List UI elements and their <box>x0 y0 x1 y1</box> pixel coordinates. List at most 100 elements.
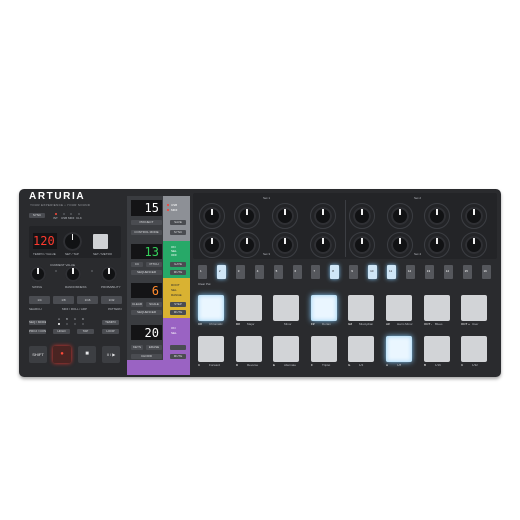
pad-function-label: Major <box>247 322 255 326</box>
step-number: 4 <box>256 269 259 273</box>
pad-bottom-7[interactable] <box>424 336 450 362</box>
encoder-knob-10[interactable] <box>238 236 256 254</box>
step-button[interactable]: STEP <box>170 302 186 307</box>
erase-button[interactable]: ERASE <box>146 345 162 350</box>
shift-button[interactable]: SHIFT <box>29 346 47 363</box>
pad-bottom-2[interactable] <box>236 336 262 362</box>
mode-button-thirtysecond[interactable]: 1/32 <box>101 296 122 304</box>
pad-top-2[interactable] <box>236 295 262 321</box>
save-button[interactable]: SAVE <box>170 220 186 225</box>
encoder-knob-12[interactable] <box>314 236 332 254</box>
seq2-mute-button[interactable]: MUTE <box>170 310 186 315</box>
step-button-14[interactable]: 14 <box>443 265 453 279</box>
sync-led-int <box>55 213 57 215</box>
encoder-knob-14[interactable] <box>391 236 409 254</box>
pad-bottom-3[interactable] <box>273 336 299 362</box>
mode-button-eighth[interactable]: 1/8 <box>53 296 74 304</box>
step-button-6[interactable]: 6 <box>292 265 302 279</box>
pad-note-label: D# <box>236 322 240 326</box>
clear-button[interactable]: CLEAR <box>131 302 143 307</box>
seq2-sequencer-button[interactable]: SEQUENCER <box>131 310 162 315</box>
encoder-knob-1[interactable] <box>203 207 221 225</box>
step-number: 10 <box>370 269 374 273</box>
encoder-knob-16[interactable] <box>465 236 483 254</box>
step-button-11[interactable]: 11 <box>387 265 396 279</box>
pad-bottom-8[interactable] <box>461 336 487 362</box>
encoder-knob-4[interactable] <box>314 207 332 225</box>
mode-button-sixteenth[interactable]: 1/16 <box>77 296 98 304</box>
stop-button[interactable]: ■ <box>78 346 96 363</box>
swing-knob[interactable] <box>30 266 46 282</box>
encoder-knob-7[interactable] <box>428 207 446 225</box>
step-button-4[interactable]: 4 <box>254 265 264 279</box>
pad-function-label: Triplet <box>322 363 331 367</box>
encoder-knob-5[interactable] <box>353 207 371 225</box>
pad-bottom-5[interactable] <box>348 336 374 362</box>
step-button-5[interactable]: 5 <box>273 265 283 279</box>
gate-button[interactable]: GATE <box>170 262 186 267</box>
set2-label: Set 2 <box>414 196 422 200</box>
seq3-extra-button[interactable] <box>170 345 186 350</box>
play-pause-button[interactable]: II / ▶ <box>102 346 120 363</box>
hold-button[interactable]: HOLD <box>53 329 70 334</box>
tap-button[interactable]: TAP <box>77 329 94 334</box>
randomness-knob[interactable] <box>65 266 81 282</box>
project-cont-button[interactable]: PROJ / CONT <box>29 329 46 334</box>
tempo-knob[interactable] <box>63 232 82 251</box>
mode-caption-right: PATTERN <box>108 307 122 311</box>
pad-bottom-4[interactable] <box>311 336 337 362</box>
step-button-9[interactable]: 9 <box>349 265 359 279</box>
encoder-knob-11[interactable] <box>276 236 294 254</box>
step-button-7[interactable]: 7 <box>311 265 321 279</box>
encoder-knob-2[interactable] <box>238 207 256 225</box>
control-mode-button[interactable]: CONTROL MODE <box>131 230 162 235</box>
probability-knob[interactable] <box>101 266 117 282</box>
record-button[interactable]: ● <box>53 346 71 363</box>
seq2-led-root: ROOT <box>171 283 180 287</box>
encoder-knob-3[interactable] <box>276 207 294 225</box>
step-button-1[interactable]: 1 <box>198 265 207 279</box>
metro-button[interactable] <box>93 234 108 249</box>
keys-button[interactable]: KEYS <box>131 345 143 350</box>
loop-button[interactable]: LOOP <box>102 329 119 334</box>
panel-sync-button[interactable]: SYNC <box>170 230 186 235</box>
pad-top-1[interactable] <box>198 295 224 321</box>
step-button-3[interactable]: 3 <box>235 265 245 279</box>
pad-bottom-1[interactable] <box>198 336 224 362</box>
pitch-button[interactable]: PITCH <box>146 262 162 267</box>
encoder-knob-6[interactable] <box>391 207 409 225</box>
midi-led-label: MIDI <box>171 208 178 212</box>
pad-top-3[interactable] <box>273 295 299 321</box>
row1-led-label-d: D <box>82 317 85 321</box>
pad-top-6[interactable] <box>386 295 412 321</box>
pad-bottom-6[interactable] <box>386 336 412 362</box>
step-button-2[interactable]: 2 <box>216 265 226 279</box>
step-button-10[interactable]: 10 <box>368 265 378 279</box>
encoder-knob-13[interactable] <box>353 236 371 254</box>
step-button-16[interactable]: 16 <box>481 265 491 279</box>
set4-label: Set 4 <box>414 252 422 256</box>
tempo-button[interactable]: TEMPO <box>102 320 119 325</box>
seq3-mute-button[interactable]: MUTE <box>170 354 186 359</box>
step-button-8[interactable]: 8 <box>330 265 340 279</box>
encoder-knob-8[interactable] <box>465 207 483 225</box>
encoder-knob-15[interactable] <box>428 236 446 254</box>
current-value-led <box>55 270 57 272</box>
pad-top-8[interactable] <box>461 295 487 321</box>
encoder-knob-9[interactable] <box>203 236 221 254</box>
step-button-15[interactable]: 15 <box>462 265 472 279</box>
cc-button[interactable]: CC <box>131 262 143 267</box>
scale-button[interactable]: SCALE <box>146 302 162 307</box>
pad-top-4[interactable] <box>311 295 337 321</box>
seq-mode-button[interactable]: SEQ / MODE <box>29 320 46 325</box>
step-button-12[interactable]: 12 <box>405 265 415 279</box>
pad-top-5[interactable] <box>348 295 374 321</box>
project-button[interactable]: PROJECT <box>131 220 162 225</box>
sync-button[interactable]: SYNC <box>29 213 45 218</box>
mode-button-quarter[interactable]: 1/4 <box>29 296 50 304</box>
chord-button[interactable]: CHORD <box>131 354 162 359</box>
seq1-sequencer-button[interactable]: SEQUENCER <box>131 270 162 275</box>
pad-top-7[interactable] <box>424 295 450 321</box>
seq1-mute-button[interactable]: MUTE <box>170 270 186 275</box>
step-button-13[interactable]: 13 <box>424 265 434 279</box>
